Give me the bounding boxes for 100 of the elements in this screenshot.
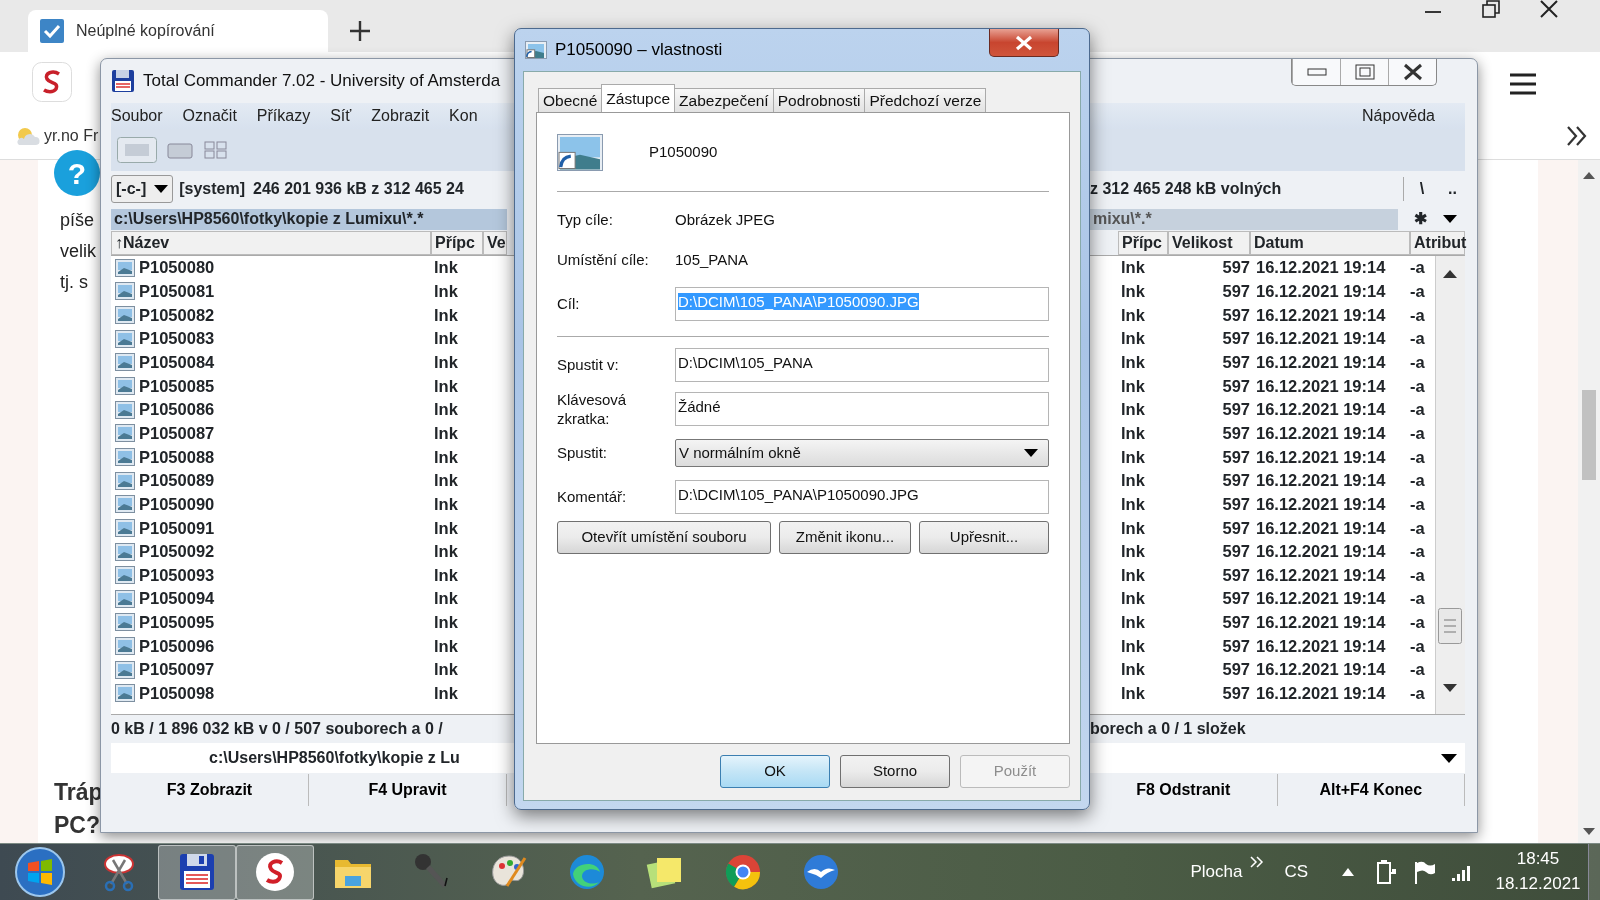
plus-icon[interactable] (350, 21, 370, 41)
dropdown-arrow-icon[interactable] (1441, 753, 1457, 763)
file-name[interactable]: P1050097 (139, 657, 215, 683)
menu-item[interactable]: Soubor (111, 107, 163, 124)
input-field[interactable]: D:\DCIM\105_PANA\P1050090.JPG (675, 480, 1049, 514)
battery-plug-icon[interactable] (1376, 859, 1398, 885)
function-key-button[interactable]: Alt+F4 Konec (1277, 774, 1465, 806)
image-file-icon (115, 282, 135, 301)
file-extension: lnk (1120, 635, 1146, 657)
menu-icon[interactable] (1510, 73, 1536, 95)
input-field[interactable]: Žádné (675, 392, 1049, 426)
file-name[interactable]: P1050096 (139, 633, 215, 659)
tab[interactable]: Podrobnosti (772, 88, 866, 112)
column-header[interactable]: Velikost (1168, 231, 1250, 255)
file-name[interactable]: P1050084 (139, 350, 215, 375)
scroll-thumb-icon[interactable] (1438, 608, 1462, 644)
tab[interactable]: Předchozí verze (864, 88, 987, 112)
file-date: 16.12.2021 19:14 (1255, 588, 1387, 610)
file-date: 16.12.2021 19:14 (1255, 281, 1387, 303)
file-name[interactable]: P1050087 (139, 420, 215, 446)
file-name[interactable]: P1050095 (139, 610, 215, 635)
file-attributes: -a (1410, 281, 1425, 303)
file-name[interactable]: P1050091 (139, 515, 215, 541)
file-size: 597 (1221, 470, 1250, 492)
file-name[interactable]: P1050089 (139, 468, 215, 493)
restore-icon[interactable] (1482, 0, 1500, 18)
ok-button[interactable]: OK (720, 755, 830, 788)
root-button[interactable]: \ (1402, 177, 1425, 201)
show-hidden-icons-icon[interactable] (1342, 868, 1354, 876)
function-key-button[interactable]: F3 Zobrazit (111, 774, 309, 806)
status-text: borech a 0 / 1 složek (1090, 720, 1246, 737)
input-field[interactable]: D:\DCIM\105_PANA (675, 348, 1049, 382)
file-name[interactable]: P1050086 (139, 397, 215, 423)
tab[interactable]: Zabezpečení (674, 88, 774, 112)
scroll-up-icon[interactable] (1443, 270, 1457, 278)
close-icon[interactable] (1540, 0, 1558, 18)
scroll-down-icon[interactable] (1443, 684, 1457, 692)
taskbar-app[interactable] (158, 844, 236, 900)
menu-item[interactable]: Příkazy (256, 107, 311, 124)
chrome-icon (723, 852, 763, 892)
bookmark-link[interactable]: yr.no Fr (14, 123, 99, 148)
file-name[interactable]: P1050082 (139, 302, 215, 328)
menu-item[interactable]: Zobrazit (371, 107, 430, 124)
file-name[interactable]: P1050080 (139, 255, 215, 281)
filter-button[interactable]: ✱ (1414, 207, 1427, 231)
file-date: 16.12.2021 19:14 (1255, 399, 1387, 421)
tab[interactable]: Obecné (538, 88, 603, 112)
file-name[interactable]: P1050083 (139, 326, 215, 352)
column-header[interactable]: Ve (483, 231, 507, 255)
history-button[interactable] (1443, 215, 1457, 223)
file-name[interactable]: P1050094 (139, 586, 215, 612)
chevrons-icon[interactable] (1566, 125, 1588, 147)
file-date: 16.12.2021 19:14 (1255, 541, 1387, 563)
parent-button[interactable]: .. (1448, 177, 1457, 201)
language-indicator[interactable]: CS (1284, 859, 1308, 885)
scroll-down-icon[interactable] (1583, 828, 1595, 835)
image-file-icon (115, 377, 135, 396)
column-header[interactable]: Přípc (1118, 231, 1168, 255)
file-name[interactable]: P1050093 (139, 562, 215, 588)
path-bar[interactable]: c:\Users\HP8560\fotky\kopie z Lumixu\*.* (111, 208, 507, 230)
menu-item[interactable]: Nápověda (1362, 107, 1435, 124)
toolbar-label[interactable]: Plocha (1190, 859, 1243, 885)
select-dropdown[interactable]: V normálním okně (675, 439, 1049, 467)
page-scrollbar[interactable] (1578, 160, 1600, 843)
column-header[interactable]: Datum (1250, 231, 1410, 255)
function-key-button[interactable]: F4 Upravit (309, 774, 507, 806)
dropdown-arrow-icon (1024, 449, 1038, 457)
menu-item[interactable]: Kon (449, 107, 478, 124)
action-button[interactable]: Otevřít umístění souboru (557, 521, 771, 554)
column-header[interactable]: ↑Název (111, 231, 431, 255)
browser-tab[interactable]: Neúplné kopírování (28, 10, 328, 52)
flag-icon[interactable] (1414, 860, 1436, 884)
file-name[interactable]: P1050088 (139, 444, 215, 470)
path-bar[interactable]: mixu\*.* (1090, 208, 1398, 230)
file-name[interactable]: P1050090 (139, 491, 215, 517)
file-name[interactable]: P1050085 (139, 373, 215, 399)
clock-date[interactable]: 18.12.2021 (1495, 872, 1581, 897)
image-file-icon (115, 542, 135, 561)
menu-item[interactable]: Označit (182, 107, 237, 124)
file-attributes: -a (1410, 304, 1425, 326)
cancel-button[interactable]: Storno (840, 755, 950, 788)
file-name[interactable]: P1050081 (139, 279, 215, 304)
close-button[interactable] (989, 29, 1059, 57)
action-button[interactable]: Změnit ikonu... (779, 521, 911, 554)
column-header[interactable]: Atribut (1410, 231, 1465, 255)
taskbar-app[interactable] (236, 844, 314, 900)
scrollbar[interactable] (1435, 256, 1465, 714)
drive-dropdown[interactable]: [-c-] (111, 175, 174, 203)
logo-icon[interactable] (32, 62, 72, 102)
scrollbar-thumb[interactable] (1582, 390, 1596, 480)
tab[interactable]: Zástupce (601, 84, 676, 112)
file-name[interactable]: P1050092 (139, 539, 215, 564)
browser-swirl-icon (567, 852, 607, 892)
scroll-up-icon[interactable] (1583, 172, 1595, 179)
file-name[interactable]: P1050098 (139, 681, 215, 706)
file-extension: lnk (1120, 281, 1146, 303)
column-header[interactable]: Přípc (431, 231, 483, 255)
action-button[interactable]: Upřesnit... (919, 521, 1049, 554)
clock-time[interactable]: 18:45 (1516, 847, 1560, 872)
menu-item[interactable]: Síť (330, 107, 352, 124)
